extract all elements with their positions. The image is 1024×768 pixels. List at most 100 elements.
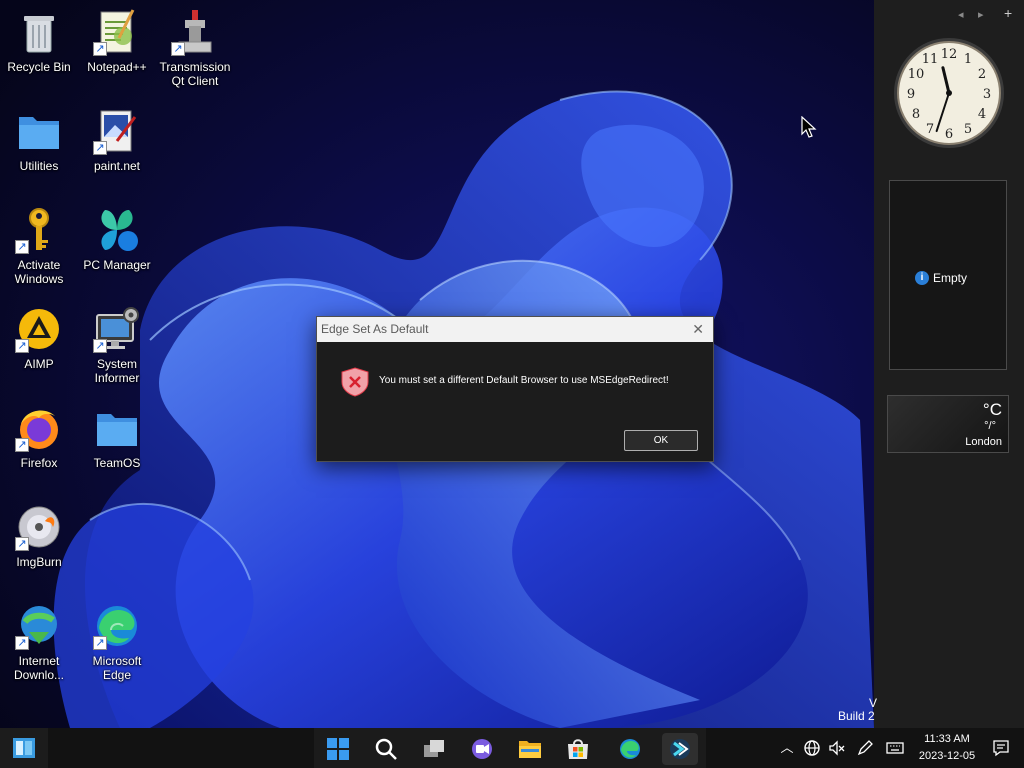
desktop-icon-label: Activate Windows [14,258,64,286]
desktop-icon-firefox[interactable]: ↗ Firefox [0,404,78,470]
volume-muted-icon[interactable] [828,739,846,757]
task-view-icon [424,740,444,757]
desktop-icon-label: Firefox [20,456,58,470]
folder-icon [519,741,541,758]
shortcut-arrow-icon: ↗ [93,339,107,353]
taskbar-date[interactable]: 2023-12-05 [914,750,980,762]
desktop-icon-microsoft-edge[interactable]: ↗ Microsoft Edge [78,602,156,682]
shortcut-arrow-icon: ↗ [171,42,185,56]
gadget-sidebar: ◂ ▸ + 12 1 2 3 4 5 6 7 8 9 10 11 i Empty… [874,0,1024,728]
error-shield-icon [341,367,369,397]
clock-numeral: 7 [926,122,934,137]
desktop-icon-system-informer[interactable]: ↗ System Informer [78,305,156,385]
clock-numeral: 4 [978,107,986,122]
edge-taskbar-button[interactable] [612,733,648,765]
clock-numeral: 5 [964,122,972,137]
widgets-icon [13,738,35,758]
recycle-bin-icon [24,16,54,53]
search-button[interactable] [368,733,404,765]
weather-temperature: °/° [984,420,996,432]
desktop-icon-label: AIMP [24,357,54,371]
clock-numeral: 8 [912,107,920,122]
desktop-icon-label: Microsoft Edge [92,654,142,682]
shortcut-arrow-icon: ↗ [93,42,107,56]
store-icon [568,739,588,759]
pc-manager-icon [101,210,138,251]
folder-icon [97,414,137,446]
edge-icon [620,739,640,759]
shortcut-arrow-icon: ↗ [93,636,107,650]
dialog-message: You must set a different Default Browser… [379,375,669,386]
clock-numeral: 9 [907,87,915,102]
taskbar-apps [314,728,706,768]
ok-button[interactable]: OK [624,430,698,451]
desktop-icon-utilities[interactable]: Utilities [0,107,78,173]
desktop-icon-label: Recycle Bin [7,60,71,74]
desktop-icon-label: TeamOS [93,456,141,470]
desktop-icon-aimp[interactable]: ↗ AIMP [0,305,78,371]
dialog-title: Edge Set As Default [321,322,429,336]
desktop-icon-label: Transmission Qt Client [159,60,231,88]
desktop-icon-label: Utilities [19,159,59,173]
clock-numeral: 6 [945,127,953,142]
weather-city: London [965,436,1002,448]
msedgeredirect-button[interactable] [662,733,698,765]
error-dialog: Edge Set As Default ✕ You must set a dif… [316,316,714,462]
desktop-icon-activate-windows[interactable]: ↗ Activate Windows [0,206,78,286]
sidebar-next-button[interactable]: ▸ [978,8,984,21]
sidebar-add-gadget-button[interactable]: + [1004,5,1012,21]
network-globe-icon[interactable] [803,739,821,757]
desktop-icon-label: PC Manager [83,258,151,272]
keyboard-icon[interactable] [886,739,904,757]
build-watermark: Build 2 [838,709,875,723]
pen-icon[interactable] [856,739,874,757]
desktop-icon-label: Notepad++ [87,60,147,74]
file-explorer-button[interactable] [512,733,548,765]
desktop-icon-teamos[interactable]: TeamOS [78,404,156,470]
desktop-icon-internet-download-manager[interactable]: ↗ Internet Downlo... [0,602,78,682]
microsoft-store-button[interactable] [560,733,596,765]
start-button[interactable] [320,733,356,765]
weather-unit: °C [982,400,1002,419]
watermark-text: V [869,696,878,710]
sidebar-prev-button[interactable]: ◂ [958,8,964,21]
desktop-icon-label: ImgBurn [16,555,62,569]
shortcut-arrow-icon: ↗ [15,537,29,551]
shortcut-arrow-icon: ↗ [15,240,29,254]
desktop-icon-label: Internet Downlo... [13,654,65,682]
slideshow-empty-label: Empty [933,271,968,285]
clock-numeral: 1 [964,52,972,67]
msedgeredirect-icon [670,739,690,759]
desktop-icon-paintnet[interactable]: ↗ paint.net [78,107,156,173]
weather-gadget[interactable]: °C °/° London [887,395,1009,453]
desktop-icon-label: paint.net [93,159,141,173]
desktop-icon-imgburn[interactable]: ↗ ImgBurn [0,503,78,569]
desktop-icon-label: System Informer [94,357,140,385]
desktop-icon-notepadpp[interactable]: ↗ Notepad++ [78,8,156,74]
chat-button[interactable] [464,733,500,765]
notification-center-icon[interactable] [992,739,1010,757]
folder-icon [19,117,59,149]
desktop-icon-transmission[interactable]: ↗ Transmission Qt Client [156,8,234,88]
shortcut-arrow-icon: ↗ [15,339,29,353]
shortcut-arrow-icon: ↗ [15,438,29,452]
chat-icon [472,739,492,759]
windows-logo-icon [327,738,349,760]
info-icon: i [915,271,929,285]
clock-numeral: 2 [978,67,986,82]
shortcut-arrow-icon: ↗ [93,141,107,155]
taskbar-time[interactable]: 11:33 AM [918,733,976,745]
shortcut-arrow-icon: ↗ [15,636,29,650]
clock-numeral: 3 [983,87,991,102]
task-view-button[interactable] [416,733,452,765]
desktop-icon-recycle-bin[interactable]: Recycle Bin [0,8,78,74]
close-icon[interactable]: ✕ [692,321,704,338]
clock-numeral: 10 [908,67,925,82]
dialog-titlebar[interactable]: Edge Set As Default ✕ [317,317,713,342]
clock-gadget[interactable]: 12 1 2 3 4 5 6 7 8 9 10 11 [890,34,1008,152]
desktop-icon-pc-manager[interactable]: PC Manager [78,206,156,272]
widgets-button[interactable] [0,728,48,768]
search-icon [375,738,397,760]
show-hidden-icons-button[interactable]: ︿ [778,739,796,757]
slideshow-gadget[interactable]: i Empty [889,180,1007,370]
